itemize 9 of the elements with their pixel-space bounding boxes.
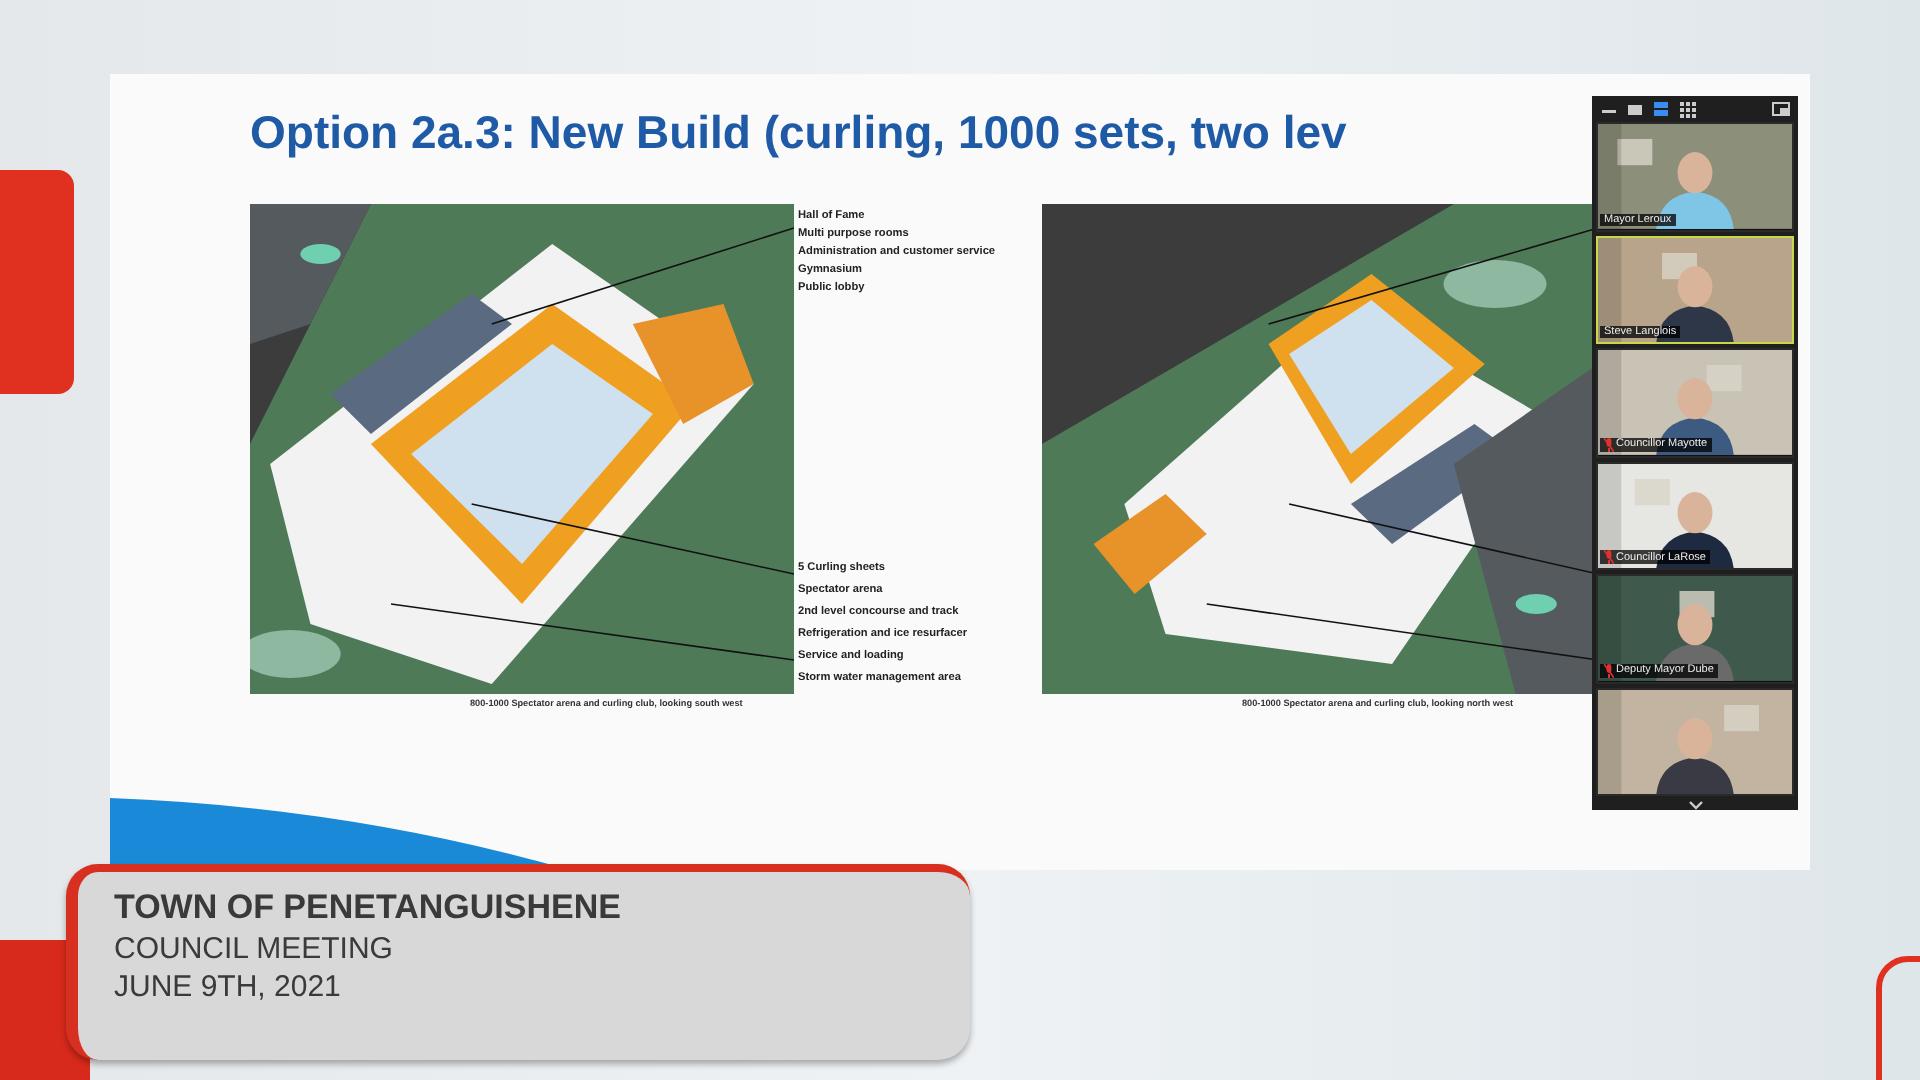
lower-third-date: JUNE 9TH, 2021 bbox=[114, 970, 343, 1004]
lower-third-subtitle: COUNCIL MEETING bbox=[114, 932, 395, 966]
strip-view-icon[interactable] bbox=[1652, 100, 1670, 119]
single-view-icon[interactable] bbox=[1626, 100, 1644, 119]
window-icon[interactable] bbox=[1772, 100, 1790, 119]
slide-title: Option 2a.3: New Build (curling, 1000 sets, two lev bbox=[250, 106, 1347, 160]
lower-third-title: TOWN OF PENETANGUISHENE bbox=[114, 888, 623, 928]
chevron-down-icon[interactable] bbox=[1687, 799, 1703, 810]
grid-view-icon[interactable] bbox=[1678, 100, 1696, 119]
